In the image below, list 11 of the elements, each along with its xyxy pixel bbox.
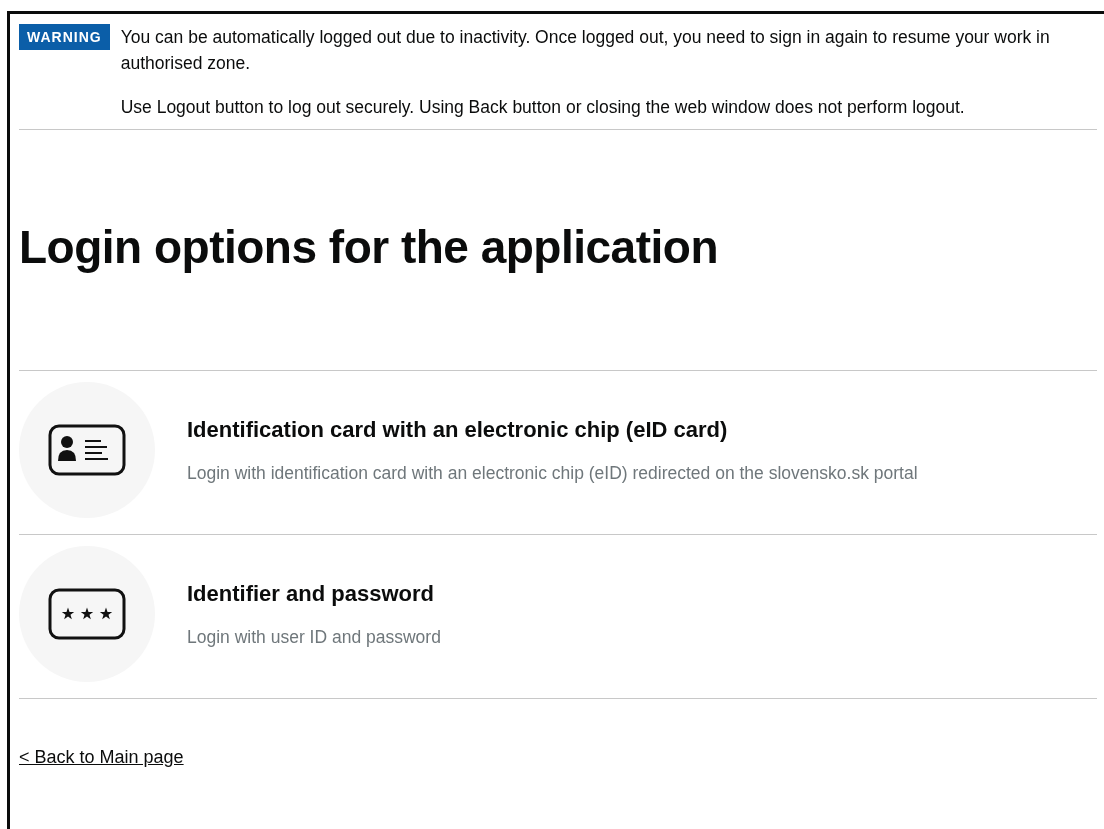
warning-badge: WARNING (19, 24, 110, 50)
option-title-link[interactable]: Identification card with an electronic chip (eID card) (187, 416, 728, 443)
option-description: Login with user ID and password (187, 626, 441, 648)
warning-text: You can be automatically logged out due to inactivity. Once logged out, you need to sign in again to resume your work in authorised zone. (120, 26, 1051, 75)
back-link[interactable]: < Back to Main page (19, 747, 184, 768)
id-card-icon (48, 424, 126, 476)
page-heading: Login options for the application (19, 220, 719, 274)
password-icon (48, 588, 126, 640)
warning-text: Use Logout button to log out securely. Using Back button or closing the web window does not perform logout. (120, 96, 966, 119)
option-description: Login with identification card with an electronic chip (eID) redirected on the slovensko.sk portal (187, 462, 918, 484)
option-title-link[interactable]: Identifier and password (187, 580, 434, 607)
